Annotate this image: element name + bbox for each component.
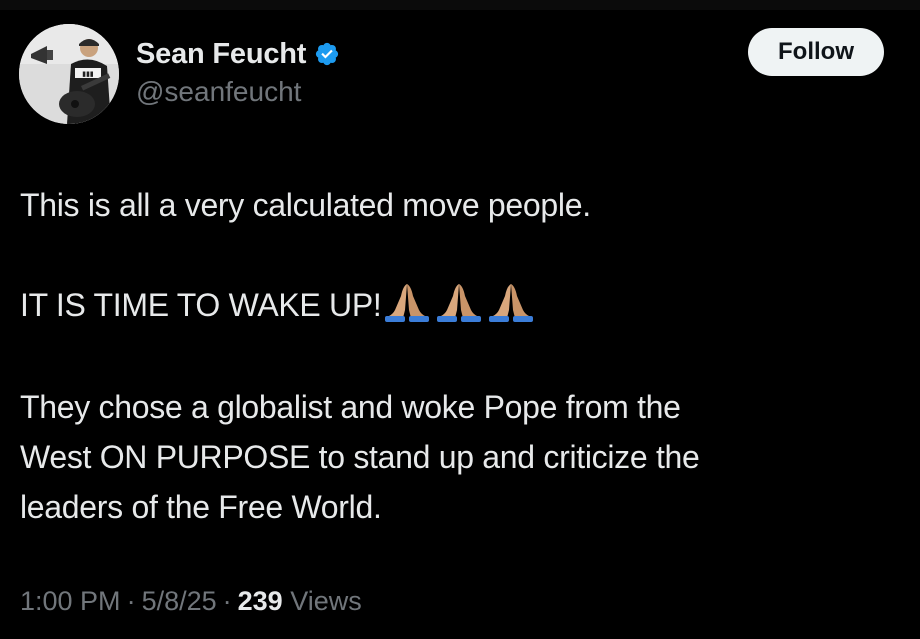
- tweet-text-line: IT IS TIME TO WAKE UP!: [20, 280, 539, 330]
- tweet-meta: 1:00 PM · 5/8/25 · 239 Views: [20, 586, 362, 617]
- praying-hands-icon: [385, 284, 430, 322]
- meta-separator: ·: [126, 586, 136, 616]
- tweet-text-segment: IT IS TIME TO WAKE UP!: [20, 287, 382, 323]
- views-label: Views: [290, 586, 362, 616]
- top-edge-bar: [0, 0, 920, 10]
- svg-text:▮▮▮: ▮▮▮: [82, 70, 94, 78]
- avatar-photo: ▮▮▮: [19, 24, 119, 124]
- praying-hands-icon: [437, 284, 482, 322]
- praying-hands-icon: [489, 284, 534, 322]
- tweet-text-line: They chose a globalist and woke Pope fro…: [20, 389, 681, 425]
- praying-hands-emoji-group: [383, 282, 539, 322]
- tweet-date[interactable]: 5/8/25: [142, 586, 217, 616]
- author-name-row: Sean Feucht: [136, 34, 340, 74]
- tweet-text-line: This is all a very calculated move peopl…: [20, 187, 591, 223]
- follow-button[interactable]: Follow: [748, 28, 884, 76]
- avatar[interactable]: ▮▮▮: [19, 24, 119, 124]
- verified-badge-icon[interactable]: [314, 41, 340, 67]
- author-handle[interactable]: @seanfeucht: [136, 76, 301, 108]
- views-count[interactable]: 239: [238, 586, 283, 616]
- tweet-text-line: leaders of the Free World.: [20, 489, 382, 525]
- author-display-name[interactable]: Sean Feucht: [136, 38, 306, 71]
- tweet-time[interactable]: 1:00 PM: [20, 586, 121, 616]
- meta-separator: ·: [222, 586, 232, 616]
- tweet-text-line: West ON PURPOSE to stand up and criticiz…: [20, 439, 700, 475]
